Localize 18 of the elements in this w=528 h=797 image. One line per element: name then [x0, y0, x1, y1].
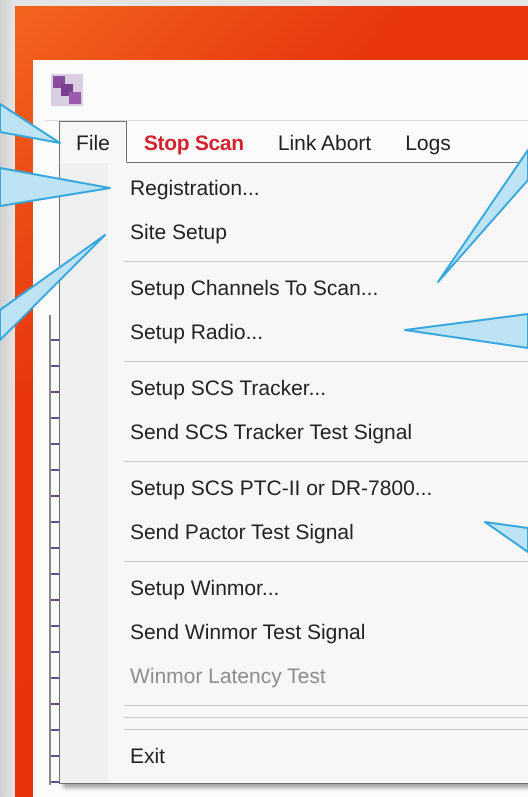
menu-item[interactable]: Setup Winmor...: [60, 567, 528, 611]
menu-item[interactable]: Send Winmor Test Signal: [60, 611, 528, 655]
menu-title[interactable]: File: [59, 121, 127, 163]
menu-item[interactable]: Setup SCS Tracker...: [60, 367, 528, 411]
menu-title[interactable]: Logs: [388, 121, 468, 163]
app-logo-icon: [51, 74, 83, 106]
menu-item[interactable]: Send SCS Tracker Test Signal: [60, 411, 528, 455]
menu-title[interactable]: Link Abort: [260, 121, 388, 163]
menu-item[interactable]: Registration...: [60, 167, 528, 211]
menu-item[interactable]: Exit: [60, 735, 528, 779]
menu-item[interactable]: Setup Channels To Scan...: [60, 267, 528, 311]
menu-item[interactable]: Site Setup: [60, 211, 528, 255]
menu-item[interactable]: Send Pactor Test Signal: [60, 511, 528, 555]
menu-item[interactable]: Setup SCS PTC-II or DR-7800...: [60, 467, 528, 511]
callout-pointer: [0, 103, 61, 144]
menu-title[interactable]: Stop Scan: [126, 121, 261, 163]
callout-pointer: [484, 521, 528, 553]
menu-item[interactable]: Setup Radio...: [60, 311, 528, 355]
